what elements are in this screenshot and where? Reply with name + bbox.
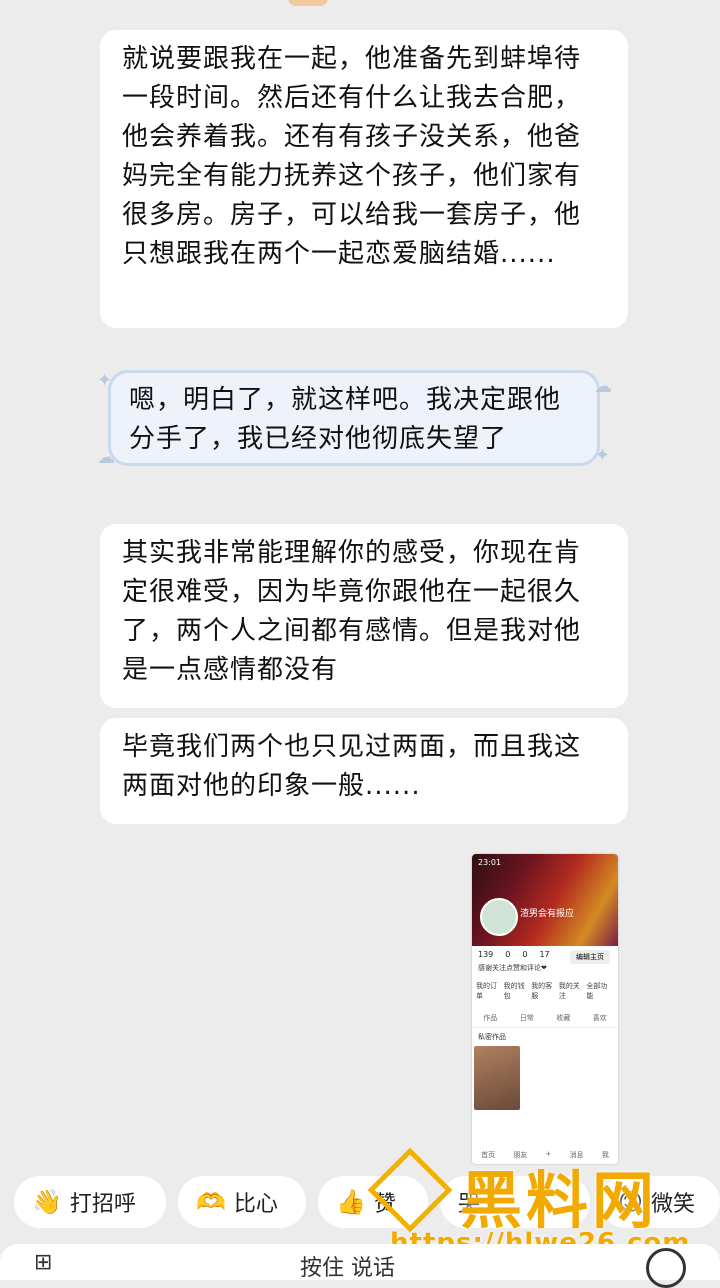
message-bubble[interactable]: 其实我非常能理解你的感受，你现在肯定很难受，因为毕竟你跟他在一起很久了，两个人之… (100, 524, 628, 708)
profile-shortcuts: 我的订单 我的钱包 我的客服 我的关注 全部功能 (472, 973, 618, 1009)
edit-profile-label: 编辑主页 (570, 950, 610, 964)
sparkle-icon: ✦ (97, 370, 114, 391)
cloud-icon: ☁ (97, 447, 116, 468)
hold-to-talk-button[interactable]: 按住 说话 (300, 1250, 395, 1282)
input-bar: ⊞ 按住 说话 (0, 1244, 720, 1288)
stat-value: 0 (505, 950, 511, 959)
emoji-icon[interactable] (646, 1248, 686, 1288)
private-works-label: 私密作品 (478, 1033, 506, 1041)
shortcut-label: 我的钱包 (503, 982, 525, 1000)
stat-value: 0 (522, 950, 528, 959)
watermark-title: 黑料网 (460, 1164, 659, 1237)
top-bar (0, 0, 720, 24)
tab-label: 喜欢 (592, 1014, 607, 1022)
watermark-logo-icon (367, 1147, 453, 1233)
message-bubble[interactable]: 就说要跟我在一起，他准备先到蚌埠待一段时间。然后还有什么让我去合肥，他会养着我。… (100, 30, 628, 328)
status-dot (288, 0, 328, 6)
voice-toggle-icon[interactable]: ⊞ (34, 1250, 52, 1275)
avatar (480, 898, 518, 936)
shortcut-label: 我的客服 (531, 982, 553, 1000)
profile-banner: 23:01 渣男会有报应 (472, 854, 618, 946)
message-text: 就说要跟我在一起，他准备先到蚌埠待一段时间。然后还有什么让我去合肥，他会养着我。… (122, 44, 582, 269)
shortcut-label: 全部功能 (586, 982, 608, 1000)
shot-time: 23:01 (478, 858, 502, 867)
message-bubble[interactable]: 毕竟我们两个也只见过两面，而且我这两面对他的印象一般...... (100, 718, 628, 824)
stat-value: 139 (478, 950, 494, 959)
video-thumbnail (474, 1046, 520, 1110)
shortcut-label: 我的订单 (476, 982, 497, 1000)
message-bubble-sticker[interactable]: ✦ ☁ ☁ ✦ 嗯，明白了，就这样吧。我决定跟他分手了，我已经对他彻底失望了 (97, 370, 612, 468)
heart-hands-emoji-icon: 🫶 (196, 1188, 226, 1216)
message-text: 嗯，明白了，就这样吧。我决定跟他分手了，我已经对他彻底失望了 (129, 385, 562, 454)
shortcut-label: 我的关注 (558, 982, 580, 1000)
message-text: 毕竟我们两个也只见过两面，而且我这两面对他的印象一般...... (122, 732, 582, 801)
cloud-icon: ☁ (594, 376, 613, 397)
tab-label: 日常 (519, 1014, 534, 1022)
chip-label: 比心 (233, 1192, 278, 1217)
thumbs-up-emoji-icon: 👍 (336, 1188, 366, 1216)
stat-value: 17 (539, 950, 550, 959)
tab-label: 作品 (483, 1014, 498, 1022)
quick-reply-wave-button[interactable]: 👋 打招呼 (14, 1176, 166, 1228)
quick-reply-heart-button[interactable]: 🫶 比心 (178, 1176, 306, 1228)
profile-tabs: 作品 日常 收藏 喜欢 (472, 1009, 618, 1028)
chip-label: 打招呼 (69, 1192, 136, 1217)
wave-emoji-icon: 👋 (32, 1188, 62, 1216)
profile-name: 渣男会有报应 (520, 909, 575, 919)
sparkle-icon: ✦ (594, 445, 611, 466)
profile-bio: 感谢关注点赞和评论❤ (478, 964, 547, 972)
shared-screenshot-image[interactable]: 23:01 渣男会有报应 139 0 0 17 编辑主页 感谢关注点赞和评论❤ … (472, 854, 618, 1164)
tab-label: 收藏 (556, 1014, 571, 1022)
message-text: 其实我非常能理解你的感受，你现在肯定很难受，因为毕竟你跟他在一起很久了，两个人之… (122, 538, 582, 685)
